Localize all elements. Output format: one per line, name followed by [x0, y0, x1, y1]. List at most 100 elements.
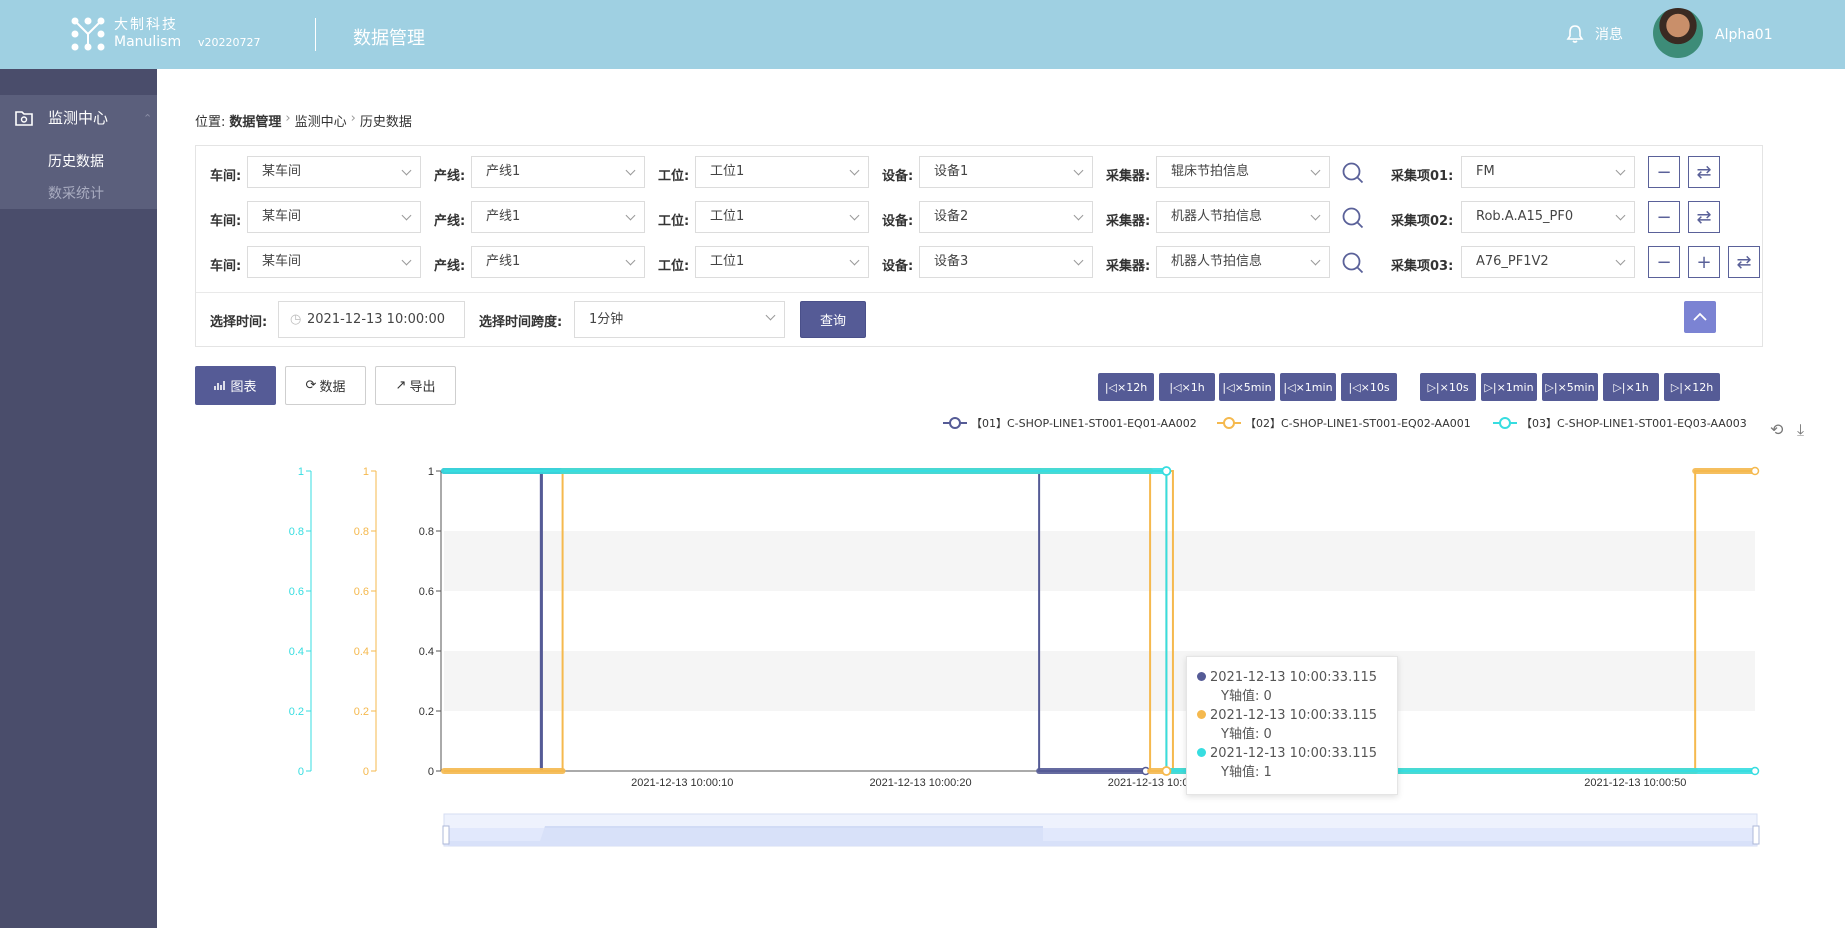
breadcrumb-prefix: 位置:: [195, 115, 226, 130]
swap-icon: ⇄: [1696, 161, 1712, 183]
swap-row-button[interactable]: ⇄: [1688, 156, 1720, 188]
remove-row-button[interactable]: −: [1648, 201, 1680, 233]
legend-marker-icon: [943, 417, 967, 429]
time-picker[interactable]: ◷ 2021-12-13 10:00:00: [278, 301, 465, 338]
collector-select[interactable]: 机器人节拍信息: [1156, 246, 1330, 278]
device-select[interactable]: 设备2: [919, 201, 1093, 233]
y-tick-label: 1: [298, 466, 304, 478]
station-select[interactable]: 工位1: [695, 246, 869, 278]
restore-icon[interactable]: ⟲: [1770, 420, 1783, 439]
query-button[interactable]: 查询: [800, 301, 866, 338]
back-1min-button[interactable]: |◁ ×1min: [1280, 373, 1336, 401]
refresh-icon: ⟳: [305, 378, 317, 393]
device-select[interactable]: 设备1: [919, 156, 1093, 188]
series-line-3: [444, 470, 1755, 772]
back-1h-button[interactable]: |◁ ×1h: [1159, 373, 1215, 401]
remove-row-button[interactable]: −: [1648, 246, 1680, 278]
x-tick-label: 2021-12-13 10:00:50: [1584, 777, 1686, 789]
collapse-button[interactable]: [1684, 301, 1716, 333]
legend-label: 【03】C-SHOP-LINE1-ST001-EQ03-AA003: [1521, 417, 1747, 430]
tab-chart-label: 图表: [230, 380, 257, 395]
back-10s-button[interactable]: |◁ ×10s: [1341, 373, 1397, 401]
forward-12h-button[interactable]: ▷| ×12h: [1664, 373, 1720, 401]
sidebar-group-header[interactable]: 监测中心: [14, 107, 108, 128]
breadcrumb-item[interactable]: 数据管理: [229, 111, 281, 130]
forward-10s-button[interactable]: ▷| ×10s: [1420, 373, 1476, 401]
workshop-label: 车间:: [210, 214, 242, 229]
tooltip-time: 2021-12-13 10:00:33.115: [1210, 708, 1378, 723]
line-label: 产线:: [434, 169, 466, 184]
breadcrumb: 位置: 数据管理 › 监测中心 › 历史数据: [195, 111, 412, 130]
y-tick-label: 0.8: [419, 526, 434, 538]
legend-item-2[interactable]: 【02】C-SHOP-LINE1-ST001-EQ02-AA001: [1216, 415, 1471, 431]
search-icon[interactable]: [1342, 162, 1364, 184]
download-icon[interactable]: ⤓: [1797, 420, 1804, 440]
workshop-select[interactable]: 某车间: [247, 201, 421, 233]
tooltip-time: 2021-12-13 10:00:33.115: [1210, 670, 1378, 685]
remove-row-button[interactable]: −: [1648, 156, 1680, 188]
sidebar-item-history[interactable]: 历史数据: [48, 151, 104, 171]
brand-logo[interactable]: 大制科技 Manulism: [70, 16, 181, 52]
line-select[interactable]: 产线1: [471, 156, 645, 188]
legend-item-3[interactable]: 【03】C-SHOP-LINE1-ST001-EQ03-AA003: [1492, 415, 1747, 431]
chevron-up-icon[interactable]: ⌃: [143, 112, 152, 125]
search-icon[interactable]: [1342, 207, 1364, 229]
y-tick-label: 1: [428, 466, 434, 478]
swap-row-button[interactable]: ⇄: [1688, 201, 1720, 233]
collect-item-select-1[interactable]: FM: [1461, 156, 1635, 188]
back-5min-button[interactable]: |◁ ×5min: [1219, 373, 1275, 401]
collect-item-select-3[interactable]: A76_PF1V2: [1461, 246, 1635, 278]
workshop-select[interactable]: 某车间: [247, 246, 421, 278]
tooltip-dot: [1197, 710, 1206, 719]
add-row-button[interactable]: +: [1688, 246, 1720, 278]
tnav-label: ×5min: [1234, 380, 1272, 394]
sidebar: 监测中心 ⌃ 历史数据 数采统计: [0, 69, 157, 928]
collector-select[interactable]: 辊床节拍信息: [1156, 156, 1330, 188]
sidebar-item-stats[interactable]: 数采统计: [48, 183, 104, 203]
zoom-slider-track: [443, 813, 1758, 847]
y-tick-label: 0.6: [419, 586, 434, 598]
device-select[interactable]: 设备3: [919, 246, 1093, 278]
breadcrumb-item[interactable]: 历史数据: [360, 111, 412, 130]
legend-label: 【02】C-SHOP-LINE1-ST001-EQ02-AA001: [1245, 417, 1471, 430]
swap-row-button[interactable]: ⇄: [1728, 246, 1760, 278]
workshop-select[interactable]: 某车间: [247, 156, 421, 188]
plot-band: [444, 591, 1755, 651]
workshop-label: 车间:: [210, 169, 242, 184]
logo-icon: [71, 17, 105, 51]
minus-icon: −: [1656, 206, 1672, 228]
legend-label: 【01】C-SHOP-LINE1-ST001-EQ01-AA002: [971, 417, 1197, 430]
panel-divider: [196, 292, 1762, 293]
username[interactable]: Alpha01: [1715, 27, 1773, 43]
tab-export[interactable]: ↗ 导出: [375, 366, 456, 405]
tab-data-label: 数据: [319, 380, 346, 395]
chart-icon: [214, 381, 226, 390]
device-label: 设备:: [882, 259, 914, 274]
breadcrumb-item[interactable]: 监测中心: [295, 111, 347, 130]
avatar[interactable]: [1653, 8, 1703, 58]
logo-en: Manulism: [114, 34, 182, 50]
tnav-label: ×5min: [1557, 380, 1595, 394]
forward-1h-button[interactable]: ▷| ×1h: [1603, 373, 1659, 401]
tooltip-value: Y轴值: 0: [1221, 727, 1272, 742]
search-icon[interactable]: [1342, 252, 1364, 274]
forward-1min-button[interactable]: ▷| ×1min: [1481, 373, 1537, 401]
line-select[interactable]: 产线1: [471, 246, 645, 278]
legend-marker-icon: [1217, 417, 1241, 429]
collect-item-select-2[interactable]: Rob.A.A15_PF0: [1461, 201, 1635, 233]
legend-item-1[interactable]: 【01】C-SHOP-LINE1-ST001-EQ01-AA002: [942, 415, 1197, 431]
collector-select[interactable]: 机器人节拍信息: [1156, 201, 1330, 233]
tab-data[interactable]: ⟳ 数据: [285, 366, 366, 405]
export-icon: ↗: [395, 378, 407, 393]
span-select[interactable]: 1分钟: [574, 301, 785, 338]
station-select[interactable]: 工位1: [695, 156, 869, 188]
tab-chart[interactable]: 图表: [195, 366, 276, 405]
forward-5min-button[interactable]: ▷| ×5min: [1542, 373, 1598, 401]
station-select[interactable]: 工位1: [695, 201, 869, 233]
sidebar-group-label: 监测中心: [48, 109, 109, 127]
skip-forward-icon: ▷|: [1613, 380, 1626, 394]
skip-forward-icon: ▷|: [1545, 380, 1558, 394]
messages-button[interactable]: 消息: [1565, 24, 1623, 44]
line-select[interactable]: 产线1: [471, 201, 645, 233]
back-12h-button[interactable]: |◁ ×12h: [1098, 373, 1154, 401]
